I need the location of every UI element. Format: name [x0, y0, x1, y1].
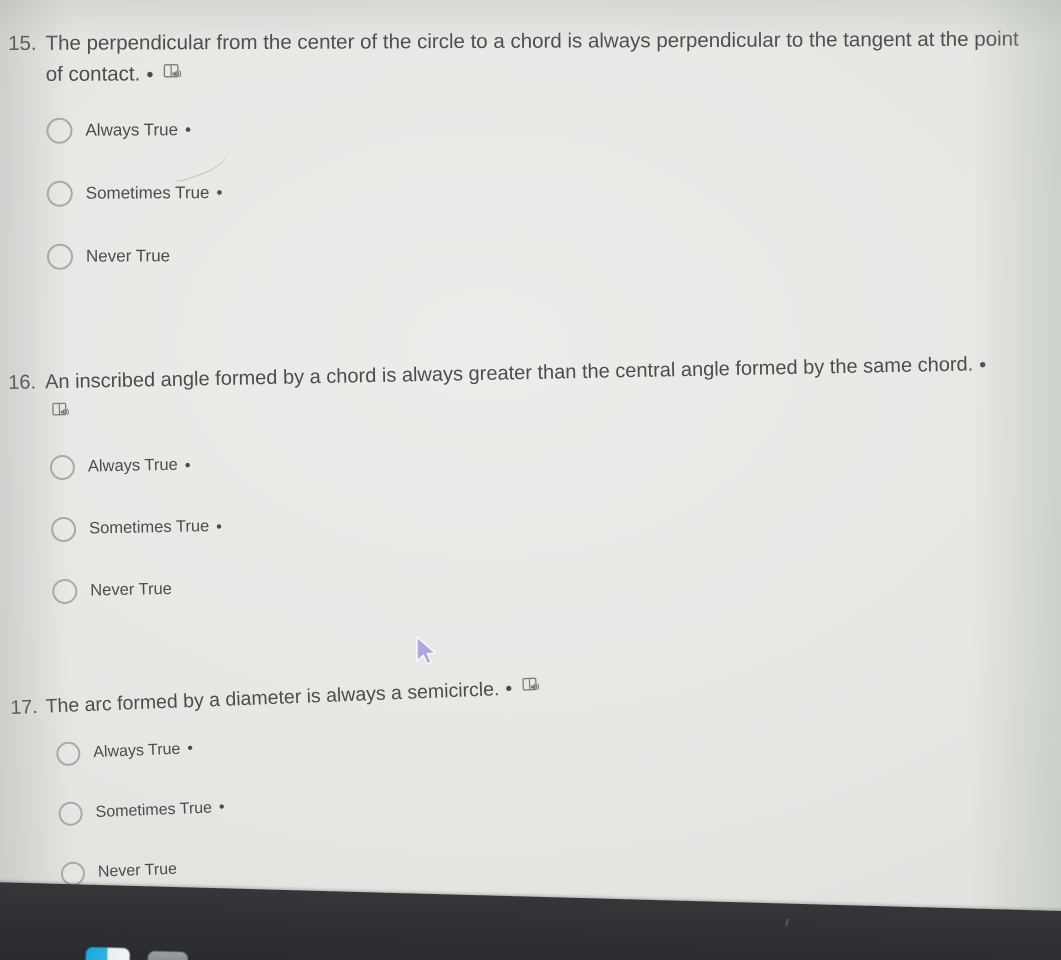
question-block-15: 15. The perpendicular from the center of… [8, 24, 1039, 297]
question-16-bullet: • [979, 353, 987, 377]
radio-button-sometimes-true[interactable] [50, 517, 77, 543]
screen-photo: 15. The perpendicular from the center of… [0, 0, 1061, 960]
option-label-always-true: Always True • [87, 456, 191, 476]
radio-button-never-true[interactable] [52, 579, 78, 605]
option-row-sometimes-true[interactable]: Sometimes True • [46, 166, 1039, 218]
option-label-always-true: Always True • [92, 740, 194, 762]
question-15-prompt: 15. The perpendicular from the center of… [8, 24, 1038, 92]
option-row-always-true[interactable]: Always True • [46, 103, 1038, 155]
read-aloud-icon[interactable] [163, 59, 182, 90]
option-label-never-true: Never True [90, 580, 173, 600]
option-label-never-true: Never True [97, 861, 178, 882]
option-label-sometimes-true: Sometimes True • [85, 182, 223, 203]
option-trailing-bullet: • [216, 183, 223, 203]
question-block-16: 16. An inscribed angle formed by a chord… [8, 349, 1013, 632]
question-15-text: The perpendicular from the center of the… [45, 24, 1038, 91]
option-trailing-bullet: • [187, 740, 194, 758]
option-label-never-true: Never True [85, 246, 171, 266]
question-16-number: 16. [8, 371, 37, 394]
question-16-options: Always True • Sometimes True • Never True [49, 426, 1012, 615]
question-15-number: 15. [8, 31, 37, 55]
question-17-options: Always True • Sometimes True • Never True [55, 699, 917, 898]
option-row-never-true[interactable]: Never True [46, 229, 1039, 281]
read-aloud-icon[interactable] [522, 674, 541, 704]
taskbar-chip-gray[interactable] [147, 951, 188, 960]
option-row-always-true[interactable]: Always True • [49, 426, 1010, 491]
option-label-sometimes-true: Sometimes True • [95, 799, 225, 822]
question-15-bullet: • [146, 63, 154, 87]
radio-button-never-true[interactable] [60, 861, 86, 887]
radio-button-always-true[interactable] [46, 117, 73, 144]
question-15-statement: The perpendicular from the center of the… [45, 27, 1019, 86]
radio-button-always-true[interactable] [55, 741, 81, 767]
question-16-statement: An inscribed angle formed by a chord is … [44, 353, 974, 394]
quiz-body: 15. The perpendicular from the center of… [0, 0, 1061, 905]
option-trailing-bullet: • [184, 120, 192, 140]
option-trailing-bullet: • [184, 456, 191, 475]
radio-button-sometimes-true[interactable] [46, 180, 73, 207]
question-16-prompt: 16. An inscribed angle formed by a chord… [8, 349, 1009, 430]
option-row-sometimes-true[interactable]: Sometimes True • [50, 488, 1012, 553]
taskbar-chip-blue[interactable] [85, 947, 130, 960]
option-trailing-bullet: • [216, 517, 223, 536]
read-aloud-icon[interactable] [51, 398, 70, 428]
option-row-never-true[interactable]: Never True [52, 550, 1013, 615]
question-block-17: 17. The arc formed by a diameter is alwa… [10, 659, 918, 913]
question-17-bullet: • [504, 678, 513, 701]
question-17-statement: The arc formed by a diameter is always a… [45, 678, 500, 718]
question-15-options: Always True • Sometimes True • Never True [46, 103, 1039, 281]
radio-button-never-true[interactable] [46, 243, 74, 270]
option-trailing-bullet: • [218, 799, 225, 817]
radio-button-sometimes-true[interactable] [58, 801, 84, 827]
radio-button-always-true[interactable] [49, 455, 76, 481]
question-17-number: 17. [10, 695, 39, 719]
option-label-always-true: Always True • [85, 120, 192, 140]
option-label-sometimes-true: Sometimes True • [88, 517, 223, 538]
question-16-text: An inscribed angle formed by a chord is … [45, 349, 1009, 429]
